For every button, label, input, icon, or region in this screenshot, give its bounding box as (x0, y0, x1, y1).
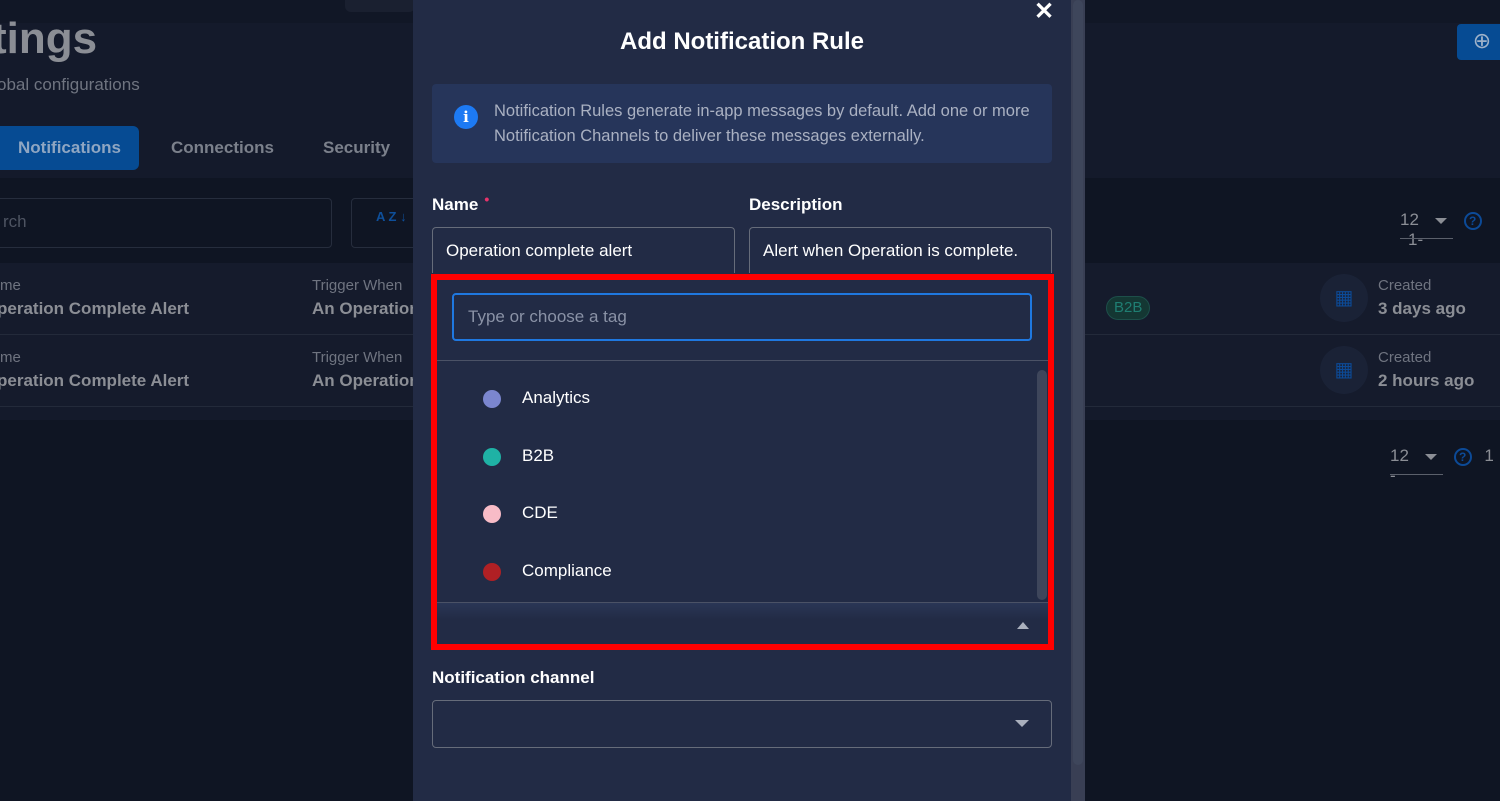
plus-circle-icon: ⊕ (1472, 28, 1492, 53)
scrollbar-thumb[interactable] (1073, 0, 1083, 765)
sort-az-icon: A Z (376, 209, 397, 224)
page-subtitle: obal configurations (0, 75, 140, 94)
created-label: Created (1378, 349, 1432, 366)
description-input[interactable]: Alert when Operation is complete. (749, 227, 1052, 273)
name-label: Name • (432, 191, 490, 214)
trigger-label: Trigger When (312, 277, 403, 294)
info-icon: i (454, 105, 478, 129)
page-title: tings (0, 14, 98, 63)
modal-scrollbar[interactable] (1071, 0, 1085, 801)
notification-channel-select[interactable] (432, 700, 1052, 748)
sort-button[interactable]: A Z ↓ (351, 198, 421, 248)
name-input[interactable]: Operation complete alert (432, 227, 735, 273)
help-icon[interactable]: ? (1453, 447, 1472, 466)
name-label: me (0, 349, 21, 366)
calendar-icon: ▦ (1320, 346, 1368, 394)
tag-option[interactable]: Compliance (437, 543, 1037, 600)
chevron-down-icon (1015, 720, 1029, 727)
tab-notifications[interactable]: Notifications (0, 126, 139, 170)
select-underline (1400, 238, 1453, 239)
created-value: 3 days ago (1378, 299, 1466, 318)
dropdown-scrollbar[interactable] (1037, 370, 1047, 600)
info-banner: i Notification Rules generate in-app mes… (432, 84, 1052, 163)
divider (437, 360, 1048, 361)
pagination-top: 12 ? 1- (1400, 210, 1500, 250)
add-button[interactable]: ⊕ (1457, 24, 1500, 60)
info-text: Notification Rules generate in-app messa… (494, 102, 1030, 145)
tag-chip: B2B (1106, 296, 1151, 320)
tag-color-dot (483, 563, 501, 582)
chevron-down-icon (1434, 217, 1447, 224)
tab-connections[interactable]: Connections (171, 126, 274, 170)
trigger-value: An Operation (312, 299, 420, 318)
created-value: 2 hours ago (1378, 371, 1475, 390)
calendar-icon: ▦ (1320, 274, 1368, 322)
name-label: me (0, 277, 21, 294)
top-bar-strip (345, 0, 415, 12)
trigger-value: An Operation (312, 371, 420, 390)
created-label: Created (1378, 277, 1432, 294)
rule-name: peration Complete Alert (0, 371, 190, 390)
tag-option-label: CDE (522, 503, 558, 523)
description-label: Description (749, 195, 843, 214)
page-size-select[interactable]: 12 (1390, 446, 1437, 465)
tag-color-dot (483, 447, 501, 466)
chevron-down-icon (1424, 453, 1437, 460)
search-input[interactable]: rch (0, 198, 332, 248)
select-underline (1390, 474, 1443, 475)
modal-title: Add Notification Rule (620, 28, 864, 55)
tag-color-dot (483, 505, 501, 524)
rule-name: peration Complete Alert (0, 299, 190, 318)
required-indicator: • (484, 191, 490, 207)
tag-search-input[interactable]: Type or choose a tag (452, 293, 1032, 341)
page-size-select[interactable]: 12 (1400, 210, 1447, 229)
tab-security[interactable]: Security (323, 126, 390, 170)
pagination-bottom: 12 ? 1 - (1390, 446, 1500, 486)
tag-option-label: Compliance (522, 561, 612, 581)
notification-channel-label: Notification channel (432, 668, 595, 687)
tag-option[interactable]: CDE (437, 485, 1037, 542)
tag-option-label: Analytics (522, 388, 591, 407)
tag-option[interactable]: Analytics (437, 370, 1037, 427)
tag-option-label: B2B (522, 445, 555, 465)
page-range: 1- (1408, 230, 1424, 249)
close-icon[interactable]: ✕ (1034, 0, 1054, 24)
tag-color-dot (483, 390, 501, 408)
chevron-up-icon[interactable] (1017, 622, 1029, 629)
tag-select-field[interactable] (437, 602, 1048, 644)
help-icon[interactable]: ? (1463, 211, 1482, 230)
tag-option[interactable]: B2B (437, 428, 1037, 485)
trigger-label: Trigger When (312, 349, 403, 366)
